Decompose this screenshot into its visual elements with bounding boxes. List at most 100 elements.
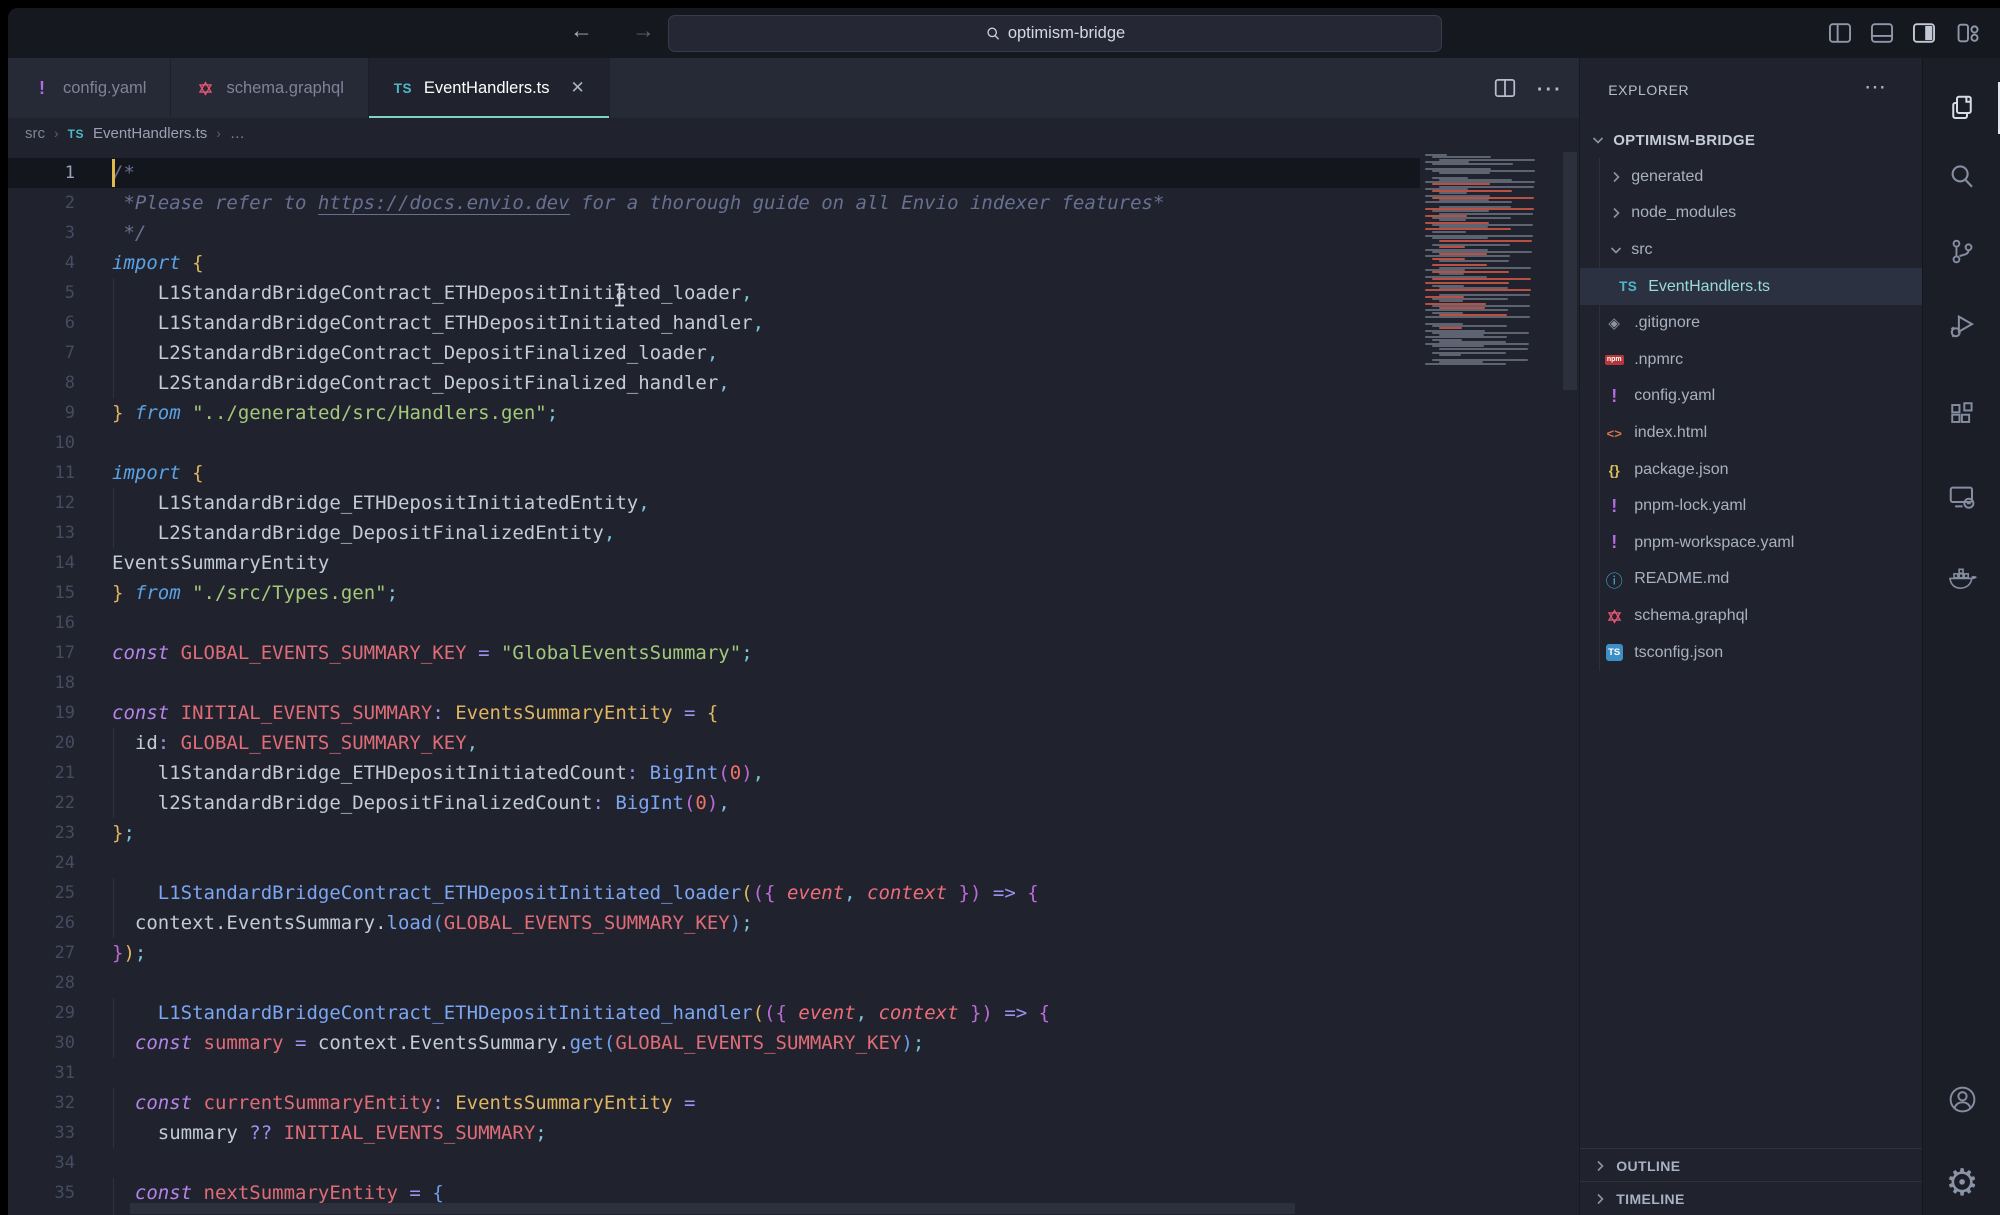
ts-icon: TS [393,81,413,96]
code-line-26[interactable]: 26 context.EventsSummary.load(GLOBAL_EVE… [8,908,1579,938]
tab-config-yaml[interactable]: !config.yaml [8,58,171,118]
minimap-line [1432,183,1490,185]
code-line-19[interactable]: 19const INITIAL_EVENTS_SUMMARY: EventsSu… [8,698,1579,728]
tree-item-config-yaml[interactable]: !config.yaml [1580,378,1922,415]
tree-item-eventhandlers-ts[interactable]: TSEventHandlers.ts [1580,268,1922,305]
code-line-31[interactable]: 31 [8,1058,1579,1088]
tree-item-label: .npmrc [1634,351,1683,369]
back-arrow-icon[interactable]: ← [570,17,593,44]
indent-guide [113,278,114,308]
split-editor-icon[interactable] [1493,76,1517,100]
code-line-3[interactable]: 3 */ [8,218,1579,248]
tree-item-generated[interactable]: generated [1580,159,1922,196]
yaml-exclaim-icon: ! [32,78,52,99]
code-line-24[interactable]: 24 [8,848,1579,878]
minimap-line [1439,327,1462,329]
source-control-icon[interactable] [1944,233,1980,269]
tree-item--npmrc[interactable]: npm.npmrc [1580,342,1922,379]
settings-icon[interactable]: ⚙ [1944,1165,1980,1201]
tree-item-node-modules[interactable]: node_modules [1580,195,1922,232]
tree-item-label: OPTIMISM-BRIDGE [1613,132,1755,149]
vertical-scrollbar[interactable] [1563,152,1577,390]
line-number: 20 [8,728,75,758]
code-line-25[interactable]: 25 L1StandardBridgeContract_ETHDepositIn… [8,878,1579,908]
code-line-5[interactable]: 5 L1StandardBridgeContract_ETHDepositIni… [8,278,1579,308]
code-line-4[interactable]: 4import { [8,248,1579,278]
explorer-title: EXPLORER [1608,82,1689,98]
remote-explorer-icon[interactable] [1944,479,1980,515]
tree-item-index-html[interactable]: <>index.html [1580,415,1922,452]
tab-schema-graphql[interactable]: schema.graphql [171,58,368,118]
code-line-9[interactable]: 9} from "../generated/src/Handlers.gen"; [8,398,1579,428]
tree-item-pnpm-lock-yaml[interactable]: !pnpm-lock.yaml [1580,488,1922,525]
toggle-secondary-sidebar-icon[interactable] [1911,20,1937,46]
more-actions-icon[interactable]: ⋯ [1535,73,1561,104]
code-line-1[interactable]: 1/* [8,158,1579,188]
code-editor[interactable]: 1/*2 *Please refer to https://docs.envio… [8,148,1579,1215]
yaml-exclaim-icon: ! [1604,532,1624,553]
tree-item-tsconfig-json[interactable]: TStsconfig.json [1580,634,1922,671]
account-icon[interactable] [1944,1081,1980,1117]
code-line-6[interactable]: 6 L1StandardBridgeContract_ETHDepositIni… [8,308,1579,338]
tree-item-schema-graphql[interactable]: schema.graphql [1580,598,1922,635]
outline-section-header[interactable]: OUTLINE [1580,1148,1922,1182]
code-line-30[interactable]: 30 const summary = context.EventsSummary… [8,1028,1579,1058]
minimap-line [1439,219,1466,221]
code-line-2[interactable]: 2 *Please refer to https://docs.envio.de… [8,188,1579,218]
run-debug-icon[interactable] [1944,308,1980,344]
explorer-more-icon[interactable]: ⋯ [1864,74,1886,100]
line-number: 22 [8,788,75,818]
code-line-18[interactable]: 18 [8,668,1579,698]
tree-item-readme-md[interactable]: ⓘREADME.md [1580,561,1922,598]
extensions-icon[interactable] [1944,395,1980,431]
timeline-section-header[interactable]: TIMELINE [1580,1181,1922,1215]
code-line-17[interactable]: 17const GLOBAL_EVENTS_SUMMARY_KEY = "Glo… [8,638,1579,668]
forward-arrow-icon[interactable]: → [632,17,655,44]
breadcrumb-item[interactable]: src [25,125,45,142]
code-line-15[interactable]: 15} from "./src/Types.gen"; [8,578,1579,608]
tree-item-src[interactable]: src [1580,232,1922,269]
code-line-13[interactable]: 13 L2StandardBridge_DepositFinalizedEnti… [8,518,1579,548]
code-line-21[interactable]: 21 l1StandardBridge_ETHDepositInitiatedC… [8,758,1579,788]
text-cursor [112,159,115,187]
tree-item-package-json[interactable]: {}package.json [1580,451,1922,488]
code-line-29[interactable]: 29 L1StandardBridgeContract_ETHDepositIn… [8,998,1579,1028]
code-line-14[interactable]: 14EventsSummaryEntity [8,548,1579,578]
horizontal-scrollbar[interactable] [130,1203,1295,1214]
code-line-28[interactable]: 28 [8,968,1579,998]
close-icon[interactable]: ✕ [571,78,585,98]
tree-item-optimism-bridge[interactable]: OPTIMISM-BRIDGE [1580,122,1922,159]
tree-item-pnpm-workspace-yaml[interactable]: !pnpm-workspace.yaml [1580,525,1922,562]
minimap[interactable] [1425,154,1557,369]
docker-icon[interactable] [1944,561,1980,597]
code-line-27[interactable]: 27}); [8,938,1579,968]
search-icon[interactable] [1944,159,1980,195]
breadcrumb-item[interactable]: … [230,125,245,142]
code-line-12[interactable]: 12 L1StandardBridge_ETHDepositInitiatedE… [8,488,1579,518]
tree-item-label: generated [1631,168,1703,186]
code-line-22[interactable]: 22 l2StandardBridge_DepositFinalizedCoun… [8,788,1579,818]
code-line-32[interactable]: 32 const currentSummaryEntity: EventsSum… [8,1088,1579,1118]
breadcrumb[interactable]: src›TSEventHandlers.ts›… [8,118,1596,148]
tree-item--gitignore[interactable]: ◈.gitignore [1580,305,1922,342]
minimap-line [1432,278,1531,280]
code-line-23[interactable]: 23}; [8,818,1579,848]
toggle-panel-icon[interactable] [1869,20,1895,46]
code-line-33[interactable]: 33 summary ?? INITIAL_EVENTS_SUMMARY; [8,1118,1579,1148]
code-line-10[interactable]: 10 [8,428,1579,458]
code-line-11[interactable]: 11import { [8,458,1579,488]
indent-guide [113,728,114,758]
tab-eventhandlers-ts[interactable]: TSEventHandlers.ts✕ [369,58,610,118]
code-line-8[interactable]: 8 L2StandardBridgeContract_DepositFinali… [8,368,1579,398]
customize-layout-icon[interactable] [1955,20,1981,46]
code-line-16[interactable]: 16 [8,608,1579,638]
line-number: 9 [8,398,75,428]
code-line-20[interactable]: 20 id: GLOBAL_EVENTS_SUMMARY_KEY, [8,728,1579,758]
breadcrumb-item[interactable]: EventHandlers.ts [93,125,207,142]
code-line-7[interactable]: 7 L2StandardBridgeContract_DepositFinali… [8,338,1579,368]
code-line-34[interactable]: 34 [8,1148,1579,1178]
files-icon[interactable] [1944,90,1980,126]
command-center-search[interactable]: optimism-bridge [668,15,1442,52]
toggle-primary-sidebar-icon[interactable] [1827,20,1853,46]
tree-item-label: README.md [1634,570,1729,588]
